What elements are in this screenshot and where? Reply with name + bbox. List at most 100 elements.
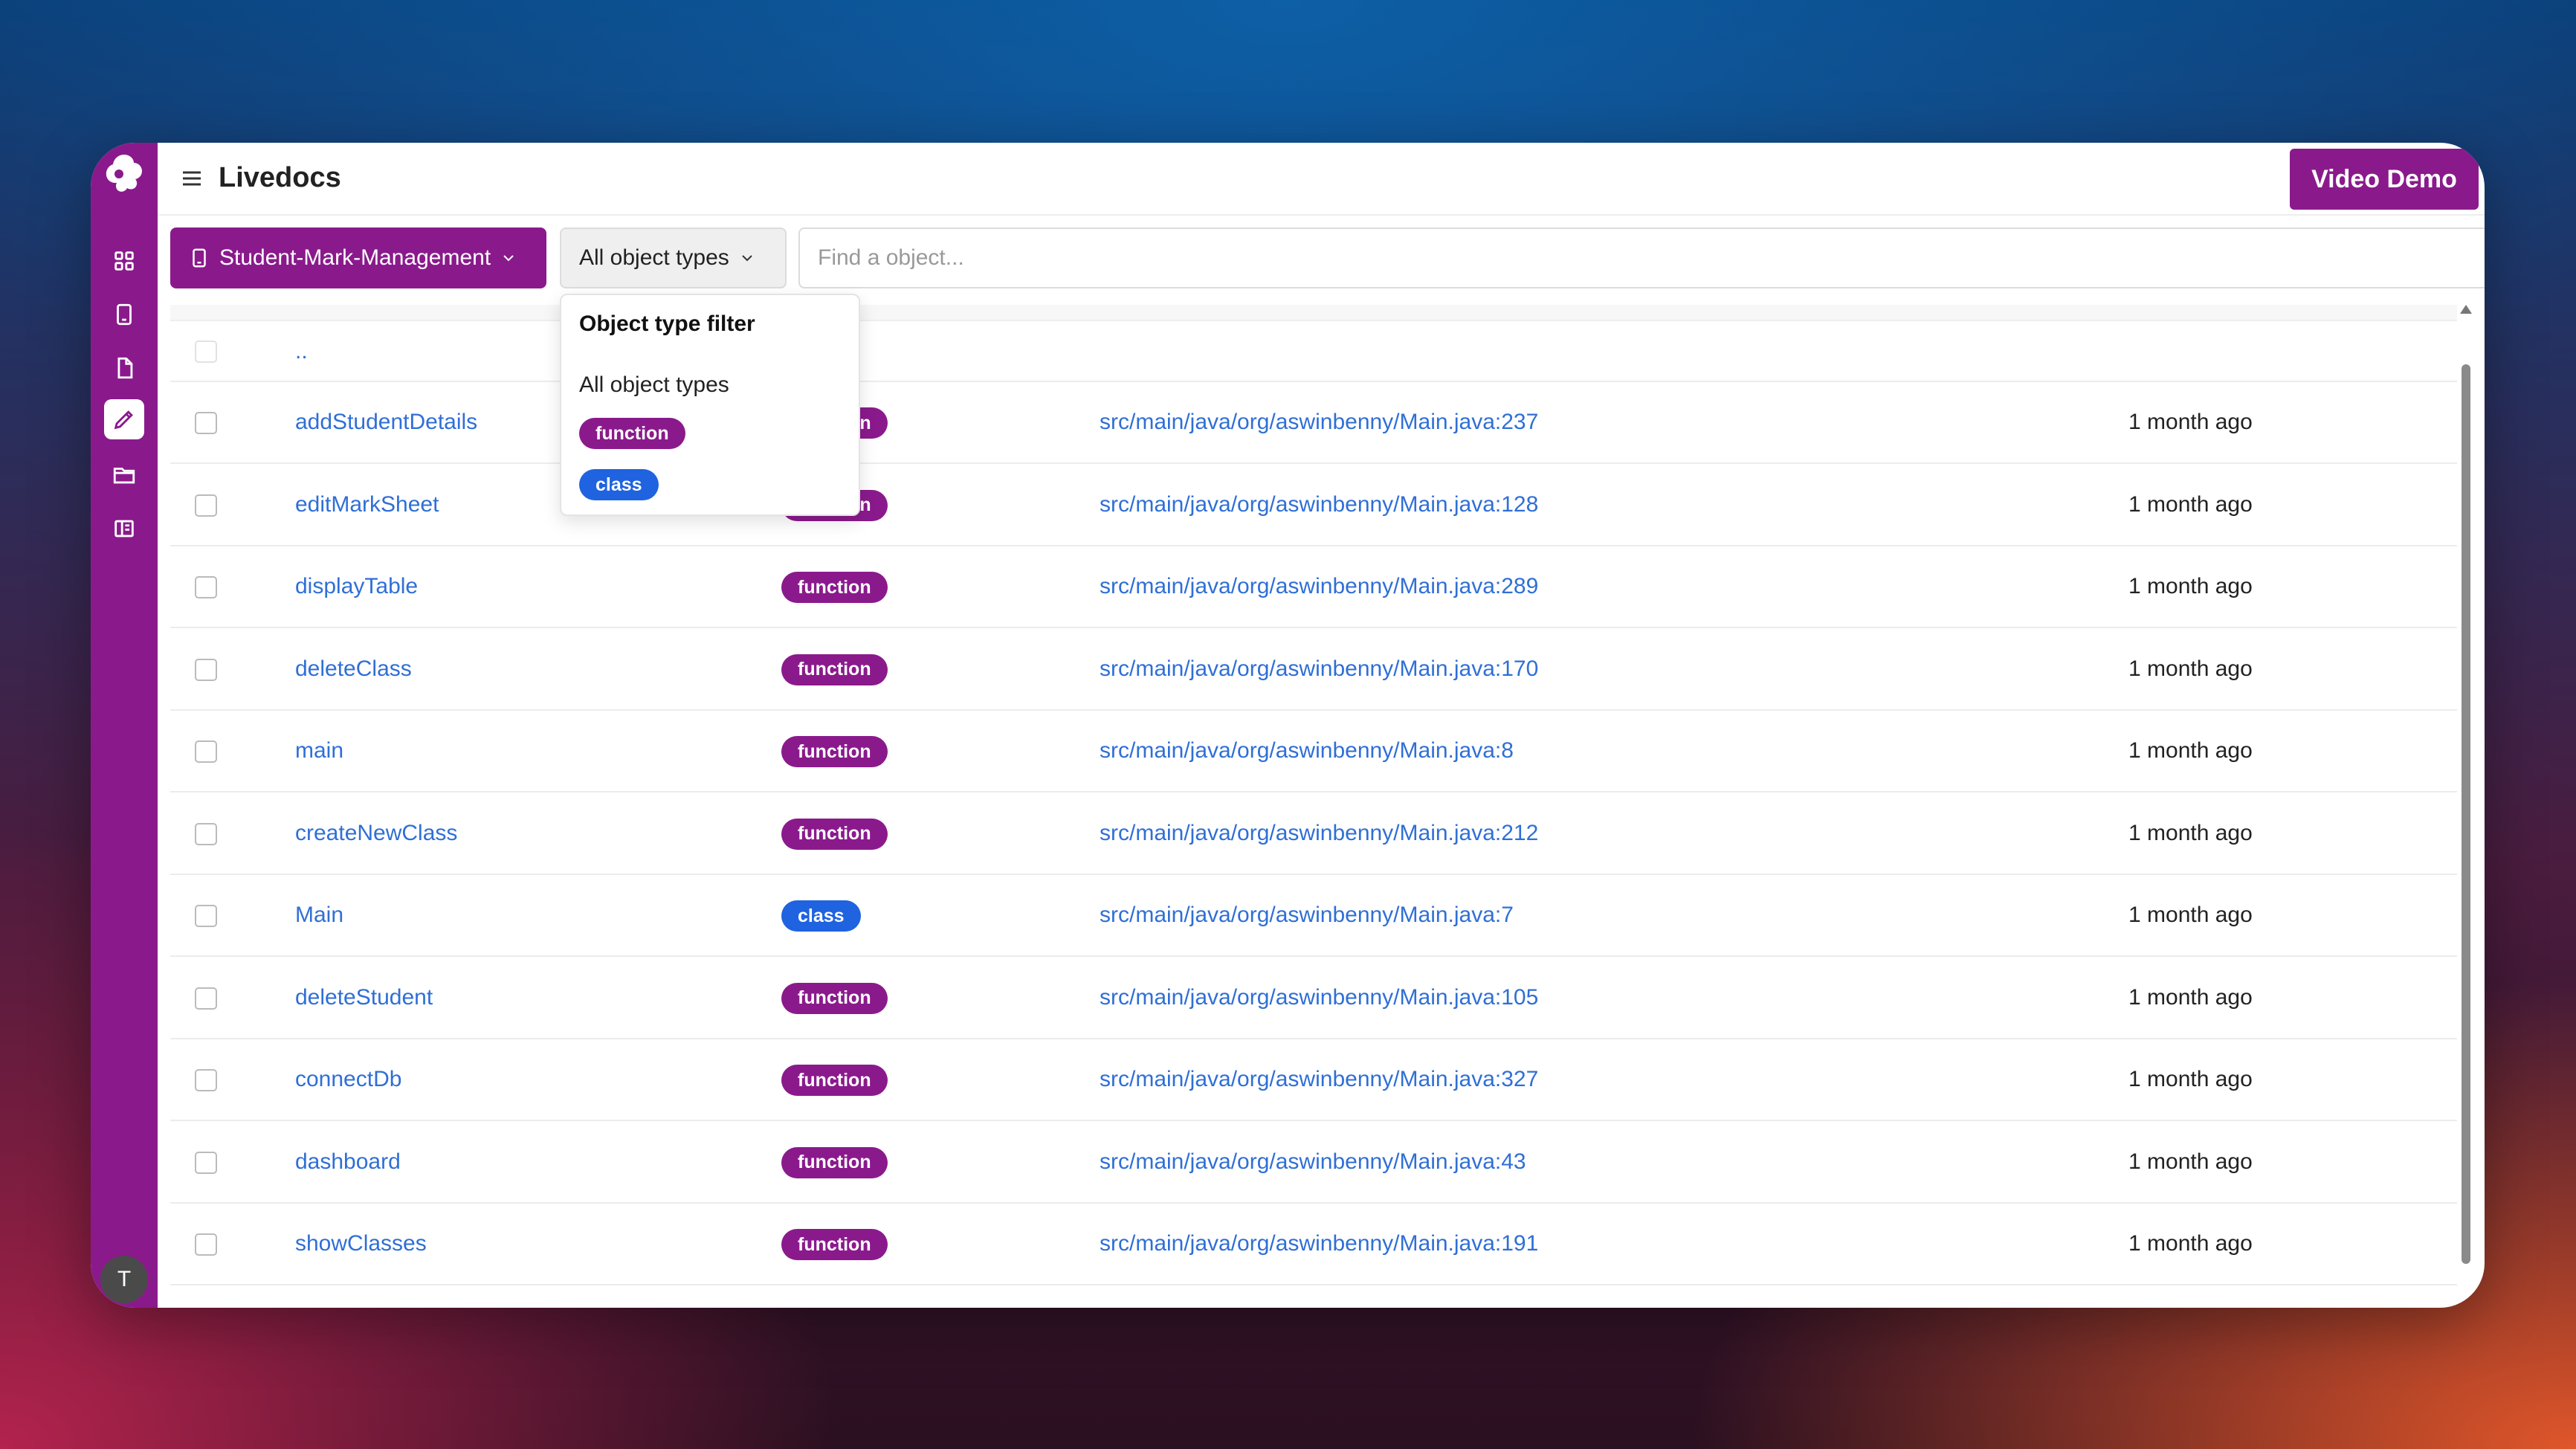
type-badge: function <box>781 1229 888 1260</box>
file-icon[interactable] <box>104 348 144 388</box>
updated-time: 1 month ago <box>2128 820 2253 845</box>
updated-time: 1 month ago <box>2128 738 2253 763</box>
row-checkbox[interactable] <box>195 987 217 1010</box>
updated-time: 1 month ago <box>2128 491 2253 517</box>
updated-time: 1 month ago <box>2128 984 2253 1010</box>
source-path-link[interactable]: src/main/java/org/aswinbenny/Main.java:1… <box>1100 985 1538 1010</box>
livedocs-logo-icon[interactable] <box>97 146 152 201</box>
avatar[interactable]: T <box>100 1256 148 1303</box>
object-name-link[interactable]: editMarkSheet <box>295 492 439 517</box>
scrollbar[interactable] <box>2457 305 2475 1308</box>
object-name-link[interactable]: connectDb <box>295 1067 401 1092</box>
table-row[interactable]: editMarkSheetfunctionsrc/main/java/org/a… <box>170 465 2457 546</box>
page-title: Livedocs <box>219 162 341 193</box>
type-filter-label: All object types <box>579 245 729 270</box>
type-badge: class <box>781 900 861 932</box>
type-badge: function <box>781 1065 888 1096</box>
parent-link[interactable]: .. <box>295 339 308 364</box>
updated-time: 1 month ago <box>2128 1067 2253 1091</box>
source-path-link[interactable]: src/main/java/org/aswinbenny/Main.java:2… <box>1100 410 1538 435</box>
object-name-link[interactable]: displayTable <box>295 574 418 599</box>
source-path-link[interactable]: src/main/java/org/aswinbenny/Main.java:1… <box>1100 1231 1538 1256</box>
table-row[interactable]: displayTable function src/main/java/org/as… <box>170 546 2457 628</box>
row-checkbox[interactable] <box>195 822 217 845</box>
table-row[interactable]: Main class src/main/java/org/aswinbenny/Ma… <box>170 875 2457 957</box>
menu-icon[interactable] <box>180 167 204 190</box>
book-icon[interactable] <box>104 509 144 549</box>
object-name-link[interactable]: Main <box>295 903 343 928</box>
object-name-link[interactable]: showClasses <box>295 1231 427 1256</box>
row-checkbox[interactable] <box>195 905 217 927</box>
source-path-link[interactable]: src/main/java/org/aswinbenny/Main.java:3… <box>1100 1067 1538 1092</box>
table-row[interactable]: connectDb function src/main/java/org/aswin… <box>170 1039 2457 1121</box>
scroll-up-arrow-icon[interactable] <box>2460 305 2472 314</box>
grid-icon[interactable] <box>104 241 144 281</box>
source-path-link[interactable]: src/main/java/org/aswinbenny/Main.java:7 <box>1100 903 1514 928</box>
sidebar: T <box>91 143 158 1308</box>
main-panel: Livedocs Video Demo Student-Mark-Managem… <box>158 143 2485 1308</box>
object-name-link[interactable]: dashboard <box>295 1149 401 1175</box>
object-type-dropdown: Object type filter All object types func… <box>560 294 860 516</box>
table-row[interactable]: dashboard function src/main/java/org/aswin… <box>170 1122 2457 1204</box>
type-badge: function <box>781 572 888 603</box>
row-checkbox[interactable] <box>195 412 217 434</box>
table-row[interactable]: addStudentDetails function src/main/java/o… <box>170 382 2457 464</box>
type-badge: function <box>781 736 888 767</box>
row-checkbox[interactable] <box>195 740 217 763</box>
object-name-link[interactable]: main <box>295 738 343 764</box>
source-path-link[interactable]: src/main/java/org/aswinbenny/Main.java:8 <box>1100 738 1514 764</box>
row-checkbox[interactable] <box>195 1069 217 1091</box>
updated-time: 1 month ago <box>2128 410 2253 434</box>
pencil-icon[interactable] <box>104 399 144 439</box>
row-checkbox[interactable] <box>195 341 217 363</box>
tablet-icon <box>193 248 206 268</box>
type-filter-button[interactable]: All object types <box>560 227 787 288</box>
source-path-link[interactable]: src/main/java/org/aswinbenny/Main.java:4… <box>1100 1149 1526 1175</box>
source-path-link[interactable]: src/main/java/org/aswinbenny/Main.java:2… <box>1100 574 1538 599</box>
row-checkbox[interactable] <box>195 1151 217 1174</box>
row-checkbox[interactable] <box>195 658 217 681</box>
type-badge: function <box>781 818 888 850</box>
table-header <box>170 305 2457 321</box>
scroll-thumb[interactable] <box>2462 364 2470 1264</box>
project-selector-button[interactable]: Student-Mark-Management <box>170 227 546 288</box>
updated-time: 1 month ago <box>2128 1149 2253 1174</box>
dropdown-title: Object type filter <box>579 312 755 336</box>
dropdown-option-all[interactable]: All object types <box>579 372 729 398</box>
table-row[interactable]: deleteStudent function src/main/java/org/a… <box>170 958 2457 1039</box>
table-row[interactable]: deleteClass function src/main/java/org/asw… <box>170 629 2457 711</box>
updated-time: 1 month ago <box>2128 903 2253 927</box>
table-row[interactable]: main function src/main/java/org/aswinbenny… <box>170 711 2457 793</box>
type-badge: function <box>781 1146 888 1178</box>
dropdown-option-class[interactable]: class <box>579 469 659 500</box>
project-label: Student-Mark-Management <box>219 245 491 270</box>
dropdown-option-function[interactable]: function <box>579 418 685 449</box>
search-input[interactable] <box>798 227 2485 288</box>
updated-time: 1 month ago <box>2128 656 2253 681</box>
object-name-link[interactable]: deleteStudent <box>295 985 433 1010</box>
chevron-down-icon <box>503 255 514 262</box>
table-row[interactable]: showClasses function src/main/java/org/asw… <box>170 1204 2457 1285</box>
folder-icon[interactable] <box>104 455 144 495</box>
app-window: T Livedocs Video Demo Student-Mark-Manag… <box>91 143 2485 1308</box>
chevron-down-icon <box>742 255 752 262</box>
tablet-icon[interactable] <box>104 294 144 335</box>
updated-time: 1 month ago <box>2128 574 2253 598</box>
source-path-link[interactable]: src/main/java/org/aswinbenny/Main.java:1… <box>1100 492 1538 517</box>
updated-time: 1 month ago <box>2128 1231 2253 1256</box>
object-name-link[interactable]: deleteClass <box>295 656 412 682</box>
row-checkbox[interactable] <box>195 1233 217 1256</box>
object-name-link[interactable]: addStudentDetails <box>295 410 477 435</box>
source-path-link[interactable]: src/main/java/org/aswinbenny/Main.java:1… <box>1100 656 1538 682</box>
video-demo-button[interactable]: Video Demo <box>2290 149 2479 210</box>
row-checkbox[interactable] <box>195 494 217 517</box>
row-checkbox[interactable] <box>195 576 217 598</box>
header: Livedocs Video Demo <box>158 143 2485 216</box>
parent-row[interactable]: .. <box>170 323 2457 382</box>
objects-table: .. addStudentDetails function src/main/jav… <box>170 305 2457 1308</box>
table-row[interactable]: createNewClass function src/main/java/org/… <box>170 793 2457 875</box>
object-name-link[interactable]: createNewClass <box>295 821 457 846</box>
type-badge: function <box>781 653 888 685</box>
type-badge: function <box>781 982 888 1014</box>
source-path-link[interactable]: src/main/java/org/aswinbenny/Main.java:2… <box>1100 821 1538 846</box>
